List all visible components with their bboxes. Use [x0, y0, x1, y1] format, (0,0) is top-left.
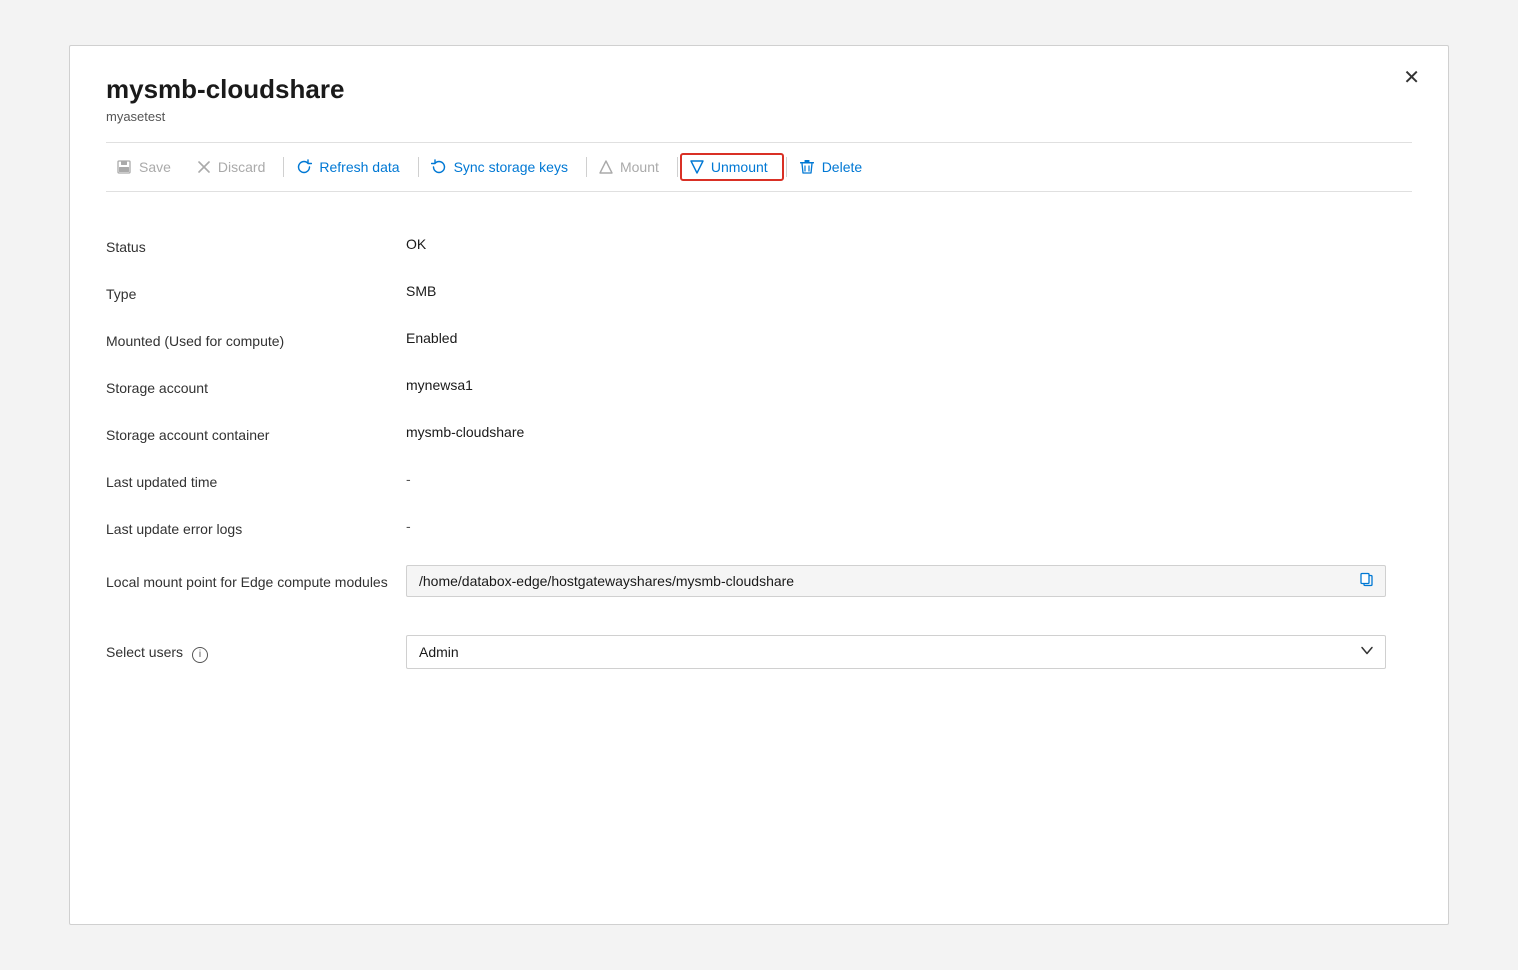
- container-label: Storage account container: [106, 424, 406, 443]
- local-mount-label: Local mount point for Edge compute modul…: [106, 570, 406, 593]
- refresh-button[interactable]: Refresh data: [286, 153, 415, 181]
- panel-subtitle: myasetest: [106, 109, 1412, 124]
- type-label: Type: [106, 283, 406, 302]
- local-mount-input: /home/databox-edge/hostgatewayshares/mys…: [406, 565, 1386, 597]
- select-users-label: Select users i: [106, 641, 406, 663]
- toolbar-separator-3: [586, 157, 587, 177]
- sync-icon: [431, 159, 447, 175]
- delete-label: Delete: [822, 159, 862, 175]
- select-users-selected: Admin: [419, 644, 459, 660]
- toolbar-separator-4: [677, 157, 678, 177]
- last-error-value: -: [406, 518, 1412, 534]
- local-mount-row: Local mount point for Edge compute modul…: [106, 551, 1412, 611]
- mounted-label: Mounted (Used for compute): [106, 330, 406, 349]
- save-icon: [116, 159, 132, 175]
- panel-title: mysmb-cloudshare: [106, 74, 1412, 105]
- mount-icon: [599, 160, 613, 174]
- toolbar: Save Discard Refresh data: [106, 142, 1412, 192]
- storage-account-row: Storage account mynewsa1: [106, 363, 1412, 410]
- mounted-row: Mounted (Used for compute) Enabled: [106, 316, 1412, 363]
- status-value: OK: [406, 236, 1412, 252]
- last-error-row: Last update error logs -: [106, 504, 1412, 551]
- storage-account-label: Storage account: [106, 377, 406, 396]
- discard-label: Discard: [218, 159, 265, 175]
- toolbar-separator-2: [418, 157, 419, 177]
- container-value: mysmb-cloudshare: [406, 424, 1412, 440]
- mounted-value: Enabled: [406, 330, 1412, 346]
- sync-button[interactable]: Sync storage keys: [421, 153, 584, 181]
- status-row: Status OK: [106, 222, 1412, 269]
- close-button[interactable]: ✕: [1403, 68, 1420, 88]
- unmount-label: Unmount: [711, 159, 768, 175]
- toolbar-separator-1: [283, 157, 284, 177]
- select-users-row: Select users i Admin: [106, 621, 1412, 683]
- discard-icon: [197, 160, 211, 174]
- local-mount-value: /home/databox-edge/hostgatewayshares/mys…: [406, 565, 1412, 597]
- unmount-button[interactable]: Unmount: [680, 153, 784, 181]
- copy-icon[interactable]: [1359, 572, 1375, 591]
- save-button[interactable]: Save: [106, 153, 187, 181]
- last-error-label: Last update error logs: [106, 518, 406, 537]
- container-row: Storage account container mysmb-cloudsha…: [106, 410, 1412, 457]
- toolbar-separator-5: [786, 157, 787, 177]
- status-label: Status: [106, 236, 406, 255]
- sync-label: Sync storage keys: [454, 159, 568, 175]
- type-value: SMB: [406, 283, 1412, 299]
- delete-button[interactable]: Delete: [789, 153, 878, 181]
- select-users-text: Select users: [106, 644, 183, 660]
- detail-panel: ✕ mysmb-cloudshare myasetest Save: [69, 45, 1449, 925]
- type-row: Type SMB: [106, 269, 1412, 316]
- select-users-field[interactable]: Admin: [406, 635, 1386, 669]
- save-label: Save: [139, 159, 171, 175]
- discard-button[interactable]: Discard: [187, 153, 281, 181]
- delete-icon: [799, 159, 815, 175]
- select-users-value-wrapper: Admin: [406, 635, 1412, 669]
- mount-button[interactable]: Mount: [589, 153, 675, 181]
- form-table: Status OK Type SMB Mounted (Used for com…: [106, 222, 1412, 683]
- local-mount-text: /home/databox-edge/hostgatewayshares/mys…: [419, 573, 794, 589]
- last-updated-row: Last updated time -: [106, 457, 1412, 504]
- select-users-wrapper: Admin: [406, 635, 1386, 669]
- last-updated-value: -: [406, 471, 1412, 487]
- last-updated-label: Last updated time: [106, 471, 406, 490]
- info-icon: i: [192, 647, 208, 663]
- storage-account-value: mynewsa1: [406, 377, 1412, 393]
- mount-label: Mount: [620, 159, 659, 175]
- refresh-label: Refresh data: [319, 159, 399, 175]
- unmount-icon: [690, 160, 704, 174]
- refresh-icon: [296, 159, 312, 175]
